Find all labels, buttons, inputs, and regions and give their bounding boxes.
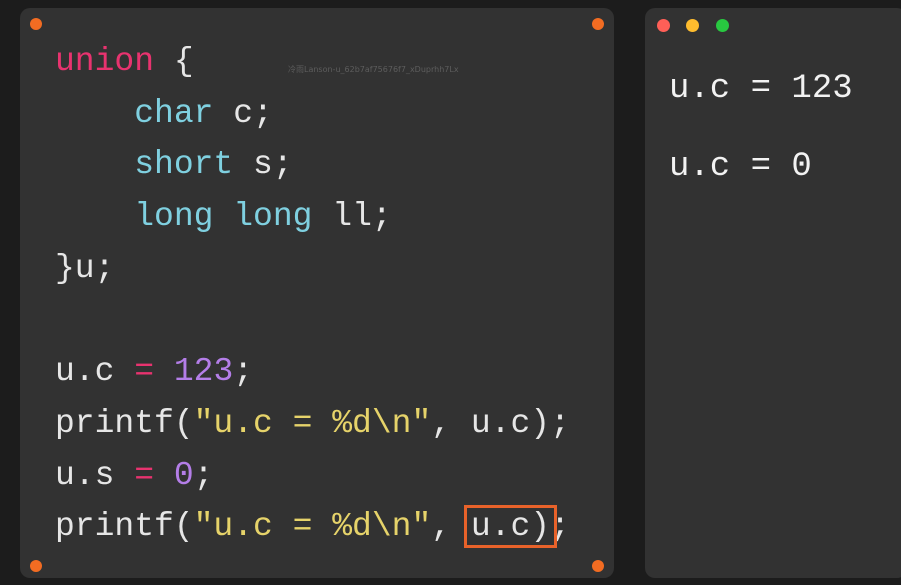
type-long: long — [233, 198, 313, 236]
code-line-1: union { — [55, 43, 194, 80]
type-short: short — [134, 146, 234, 184]
keyword-union: union — [55, 43, 155, 80]
string-literal: "u.c = %d\n" — [193, 404, 432, 442]
string-literal: "u.c = %d\n" — [193, 508, 432, 546]
code-line-2: char c; — [134, 94, 273, 132]
code-panel: 冷雨Lanson-u_62b7af75676f7_xDuprhh7Lx unio… — [20, 8, 614, 578]
code-line-9: u.s = 0; — [55, 456, 214, 494]
number-literal: 0 — [173, 456, 194, 494]
corner-dot-top-left — [30, 18, 42, 30]
corner-dot-bottom-left — [30, 560, 42, 572]
minimize-dot-icon[interactable] — [686, 19, 699, 32]
maximize-dot-icon[interactable] — [716, 19, 729, 32]
code-line-10: printf("u.c = %d\n", u.c); — [55, 505, 570, 549]
type-long: long — [134, 198, 214, 236]
code-block[interactable]: union { char c; short s; long long ll; }u… — [55, 36, 570, 553]
code-line-5: }u; — [55, 249, 115, 287]
close-dot-icon[interactable] — [657, 19, 670, 32]
output-panel: u.c = 123 u.c = 0 — [645, 8, 901, 578]
code-line-4: long long ll; — [134, 198, 392, 236]
code-line-3: short s; — [134, 146, 293, 184]
corner-dot-bottom-right — [592, 560, 604, 572]
highlight-box: u.c) — [463, 505, 558, 549]
code-line-8: printf("u.c = %d\n", u.c); — [55, 404, 570, 442]
type-char: char — [134, 94, 214, 132]
output-line-2: u.c = 0 — [669, 148, 812, 186]
code-line-7: u.c = 123; — [55, 353, 254, 391]
corner-dot-top-right — [592, 18, 604, 30]
number-literal: 123 — [173, 353, 234, 391]
console-output: u.c = 123 u.c = 0 — [669, 50, 853, 206]
output-line-1: u.c = 123 — [669, 70, 853, 108]
